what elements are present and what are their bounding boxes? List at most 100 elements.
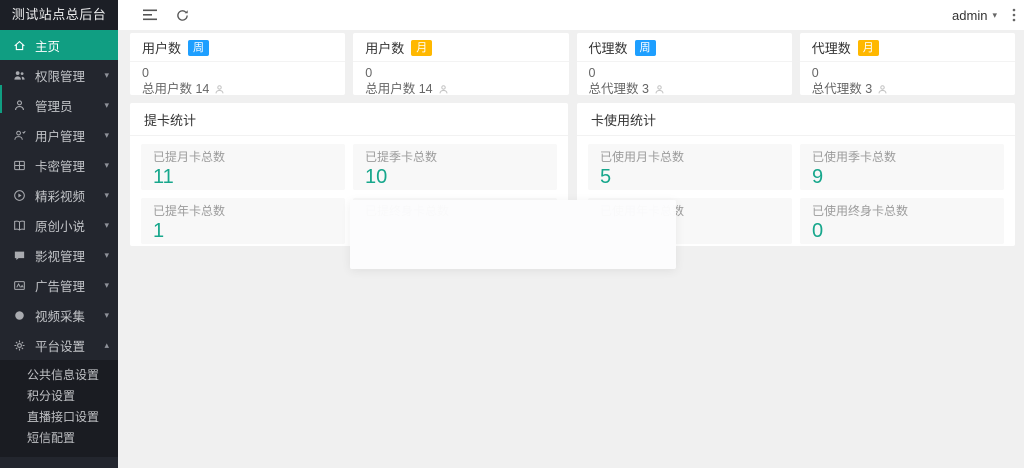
caret-down-icon: ▾ [992, 9, 997, 20]
stat-box-label: 已使用终身卡总数 [812, 204, 909, 218]
chevron-down-icon: ▾ [104, 219, 109, 230]
stat-box-used-month-cards: 已使用月卡总数 5 [588, 144, 792, 190]
stat-box-month-cards: 已提月卡总数 11 [141, 144, 345, 190]
panel-title: 提卡统计 [130, 103, 568, 136]
stat-card-header: 用户数 月 [353, 33, 569, 62]
sidebar-item-label: 精彩视频 [35, 189, 86, 204]
stat-card-total: 总代理数 3 [588, 82, 649, 96]
sidebar-item-label: 用户管理 [35, 129, 86, 144]
stat-box-label: 已提季卡总数 [365, 150, 438, 164]
stat-card-value: 0 [811, 66, 819, 80]
stat-card-title: 用户数 [365, 41, 405, 56]
more-vertical-icon[interactable] [1012, 8, 1016, 22]
chevron-down-icon: ▾ [104, 99, 109, 110]
period-badge: 月 [857, 39, 879, 56]
chevron-down-icon: ▾ [104, 189, 109, 200]
stat-box-label: 已提年卡总数 [153, 204, 226, 218]
sidebar-scrollbar-thumb[interactable] [0, 85, 2, 113]
submenu-item-live-api[interactable]: 直播接口设置 [0, 407, 118, 428]
person-icon [877, 84, 888, 95]
chevron-down-icon: ▾ [104, 69, 109, 80]
sidebar-item-video-collect[interactable]: 视频采集 ▾ [0, 300, 118, 330]
person-icon [654, 84, 665, 95]
stat-box-used-lifetime-cards: 已使用终身卡总数 0 [800, 198, 1004, 244]
sidebar: 测试站点总后台 主页 权限管理 ▾ 管理员 ▾ 用户管理 ▾ 卡密管理 ▾ 精彩… [0, 0, 118, 468]
stat-cards-row: 用户数 周 0 总用户数 14 用户数 月 0 总用户数 14 代理数 周 0 … [130, 33, 1015, 96]
app-title: 测试站点总后台 [0, 0, 118, 30]
collapse-menu-icon[interactable] [138, 3, 162, 27]
chevron-down-icon: ▾ [104, 159, 109, 170]
chevron-down-icon: ▾ [104, 279, 109, 290]
period-badge: 周 [188, 39, 210, 56]
film-icon [12, 249, 27, 262]
stat-card-header: 代理数 周 [576, 33, 792, 62]
sidebar-item-admin[interactable]: 管理员 ▾ [0, 90, 118, 120]
refresh-icon[interactable] [170, 3, 194, 27]
stat-card-agents-week: 代理数 周 0 总代理数 3 [576, 33, 792, 96]
user-group-icon [12, 129, 27, 142]
stat-box-value: 9 [812, 166, 824, 188]
sidebar-item-permissions[interactable]: 权限管理 ▾ [0, 60, 118, 90]
floating-popup [350, 200, 676, 269]
stat-box-label: 已使用季卡总数 [812, 150, 897, 164]
home-icon [12, 39, 27, 52]
submenu-item-public-info[interactable]: 公共信息设置 [0, 365, 118, 386]
stat-card-agents-month: 代理数 月 0 总代理数 3 [799, 33, 1015, 96]
stat-box-value: 5 [600, 166, 612, 188]
sidebar-item-label: 影视管理 [35, 249, 86, 264]
chevron-down-icon: ▾ [104, 129, 109, 140]
stat-box-label: 已提月卡总数 [153, 150, 226, 164]
submenu-item-sms[interactable]: 短信配置 [0, 428, 118, 449]
sidebar-item-home[interactable]: 主页 [0, 30, 118, 60]
collect-icon [12, 309, 27, 322]
chevron-down-icon: ▾ [104, 309, 109, 320]
stat-card-value: 0 [142, 66, 149, 80]
submenu-item-points[interactable]: 积分设置 [0, 386, 118, 407]
panel-title: 卡使用统计 [577, 103, 1015, 136]
platform-settings-submenu: 公共信息设置 积分设置 直播接口设置 短信配置 [0, 360, 118, 457]
sidebar-item-label: 主页 [35, 39, 61, 54]
stat-card-header: 用户数 周 [130, 33, 346, 62]
sidebar-item-movies[interactable]: 影视管理 ▾ [0, 240, 118, 270]
stat-card-header: 代理数 月 [799, 33, 1015, 62]
person-icon [438, 84, 449, 95]
video-play-icon [12, 189, 27, 202]
stat-card-value: 0 [365, 66, 373, 80]
sidebar-item-label: 平台设置 [35, 339, 86, 354]
sidebar-item-ads[interactable]: 广告管理 ▾ [0, 270, 118, 300]
stat-box-value: 10 [365, 166, 388, 188]
period-badge: 月 [411, 39, 433, 56]
stat-card-total: 总用户数 14 [142, 82, 210, 96]
user-menu[interactable]: admin ▾ [952, 8, 997, 23]
stat-box-used-quarter-cards: 已使用季卡总数 9 [800, 144, 1004, 190]
sidebar-item-platform-settings[interactable]: 平台设置 ▴ [0, 330, 118, 360]
sidebar-item-label: 原创小说 [35, 219, 86, 234]
stat-card-users-month: 用户数 月 0 总用户数 14 [353, 33, 569, 96]
sidebar-item-novels[interactable]: 原创小说 ▾ [0, 210, 118, 240]
sidebar-item-label: 管理员 [35, 99, 73, 114]
ad-icon [12, 279, 27, 292]
sidebar-item-label: 视频采集 [35, 309, 86, 324]
stat-box-value: 1 [153, 220, 165, 242]
chevron-up-icon: ▴ [104, 339, 109, 350]
stat-box-year-cards: 已提年卡总数 1 [141, 198, 345, 244]
sidebar-item-videos[interactable]: 精彩视频 ▾ [0, 180, 118, 210]
chevron-down-icon: ▾ [104, 249, 109, 260]
sidebar-item-card-keys[interactable]: 卡密管理 ▾ [0, 150, 118, 180]
period-badge: 周 [634, 39, 656, 56]
person-icon [214, 84, 225, 95]
sidebar-item-user-manage[interactable]: 用户管理 ▾ [0, 120, 118, 150]
stat-card-total: 总用户数 14 [365, 82, 433, 96]
stat-card-users-week: 用户数 周 0 总用户数 14 [130, 33, 346, 96]
gear-icon [12, 339, 27, 352]
stat-card-total: 总代理数 3 [811, 82, 873, 96]
stat-card-title: 用户数 [142, 41, 182, 56]
sidebar-item-label: 卡密管理 [35, 159, 86, 174]
stat-card-title: 代理数 [588, 41, 628, 56]
username: admin [952, 7, 988, 23]
card-icon [12, 159, 27, 172]
users-icon [12, 69, 27, 82]
user-icon [12, 99, 27, 112]
topbar: admin ▾ [118, 0, 1024, 30]
sidebar-item-label: 广告管理 [35, 279, 86, 294]
